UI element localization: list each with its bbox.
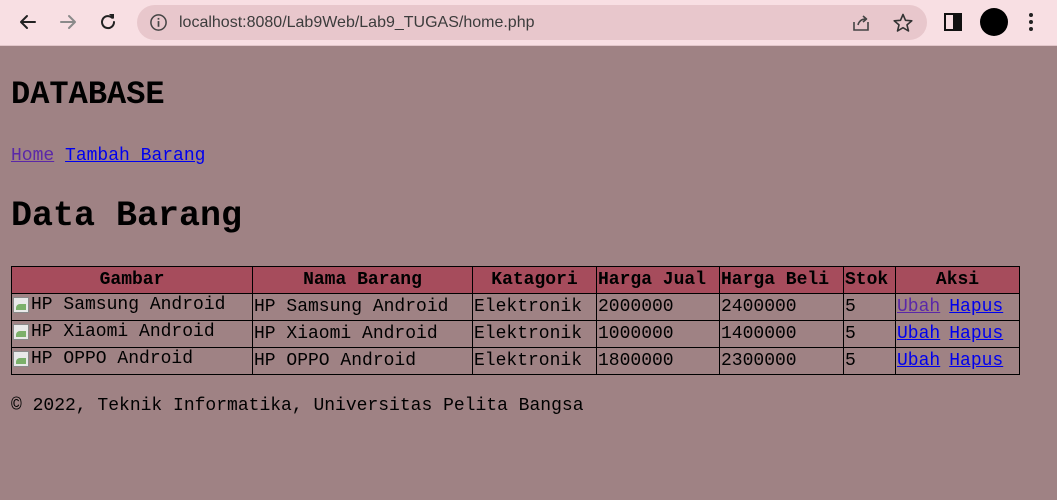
nav-link-home[interactable]: Home	[11, 146, 54, 166]
cell-stok: 5	[843, 347, 896, 375]
cell-kategori: Elektronik	[472, 293, 597, 321]
page-footer: © 2022, Teknik Informatika, Universitas …	[11, 396, 584, 416]
cell-stok: 5	[843, 320, 896, 348]
ubah-link[interactable]: Ubah	[897, 324, 940, 344]
top-navigation: Home Tambah Barang	[11, 145, 205, 167]
cell-harga-jual: 1800000	[596, 347, 720, 375]
broken-image-icon	[13, 351, 29, 367]
cell-kategori: Elektronik	[472, 347, 597, 375]
col-header-stok: Stok	[843, 266, 896, 294]
url-text[interactable]: localhost:8080/Lab9Web/Lab9_TUGAS/home.p…	[179, 5, 535, 40]
cell-kategori: Elektronik	[472, 320, 597, 348]
hapus-link[interactable]: Hapus	[949, 351, 1003, 371]
nav-link-tambah-barang[interactable]: Tambah Barang	[65, 146, 205, 166]
cell-aksi: Ubah Hapus	[895, 293, 1020, 321]
col-header-harga-jual: Harga Jual	[596, 266, 720, 294]
cell-harga-beli: 2300000	[719, 347, 844, 375]
ubah-link[interactable]: Ubah	[897, 297, 940, 317]
back-arrow-icon	[20, 15, 36, 29]
address-bar[interactable]: localhost:8080/Lab9Web/Lab9_TUGAS/home.p…	[137, 5, 927, 40]
cell-nama-barang: HP Samsung Android	[252, 293, 473, 321]
ubah-link[interactable]: Ubah	[897, 351, 940, 371]
cell-nama-barang: HP OPPO Android	[252, 347, 473, 375]
profile-avatar[interactable]	[980, 8, 1008, 36]
page-title: DATABASE	[11, 76, 165, 113]
reload-button[interactable]	[93, 7, 123, 37]
cell-aksi: Ubah Hapus	[895, 347, 1020, 375]
cell-harga-beli: 2400000	[719, 293, 844, 321]
browser-toolbar: localhost:8080/Lab9Web/Lab9_TUGAS/home.p…	[0, 0, 1057, 46]
back-button[interactable]	[13, 7, 43, 37]
col-header-nama-barang: Nama Barang	[252, 266, 473, 294]
kebab-menu-icon[interactable]	[1027, 11, 1035, 33]
section-title: Data Barang	[11, 196, 243, 236]
info-icon[interactable]	[149, 13, 168, 32]
cell-gambar: HP Samsung Android	[11, 293, 253, 321]
reload-icon	[101, 14, 116, 30]
col-header-gambar: Gambar	[11, 266, 253, 294]
forward-button[interactable]	[53, 7, 83, 37]
table-row: HP Xiaomi Android HP Xiaomi Android Elek…	[11, 320, 1020, 348]
cell-harga-beli: 1400000	[719, 320, 844, 348]
col-header-kategori: Katagori	[472, 266, 597, 294]
hapus-link[interactable]: Hapus	[949, 297, 1003, 317]
cell-nama-barang: HP Xiaomi Android	[252, 320, 473, 348]
data-table: Gambar Nama Barang Katagori Harga Jual H…	[11, 266, 1020, 375]
cell-stok: 5	[843, 293, 896, 321]
cell-harga-jual: 2000000	[596, 293, 720, 321]
image-alt-text: HP Samsung Android	[31, 295, 226, 315]
table-header-row: Gambar Nama Barang Katagori Harga Jual H…	[11, 266, 1020, 294]
cell-harga-jual: 1000000	[596, 320, 720, 348]
col-header-aksi: Aksi	[895, 266, 1020, 294]
broken-image-icon	[13, 297, 29, 313]
col-header-harga-beli: Harga Beli	[719, 266, 844, 294]
star-icon[interactable]	[892, 12, 914, 34]
cell-gambar: HP Xiaomi Android	[11, 320, 253, 348]
cell-gambar: HP OPPO Android	[11, 347, 253, 375]
cell-aksi: Ubah Hapus	[895, 320, 1020, 348]
image-alt-text: HP Xiaomi Android	[31, 322, 215, 342]
hapus-link[interactable]: Hapus	[949, 324, 1003, 344]
forward-arrow-icon	[60, 15, 76, 29]
table-row: HP OPPO Android HP OPPO Android Elektron…	[11, 347, 1020, 375]
broken-image-icon	[13, 324, 29, 340]
table-row: HP Samsung Android HP Samsung Android El…	[11, 293, 1020, 321]
side-panel-icon[interactable]	[942, 11, 964, 33]
share-icon[interactable]	[851, 13, 871, 33]
image-alt-text: HP OPPO Android	[31, 349, 194, 369]
